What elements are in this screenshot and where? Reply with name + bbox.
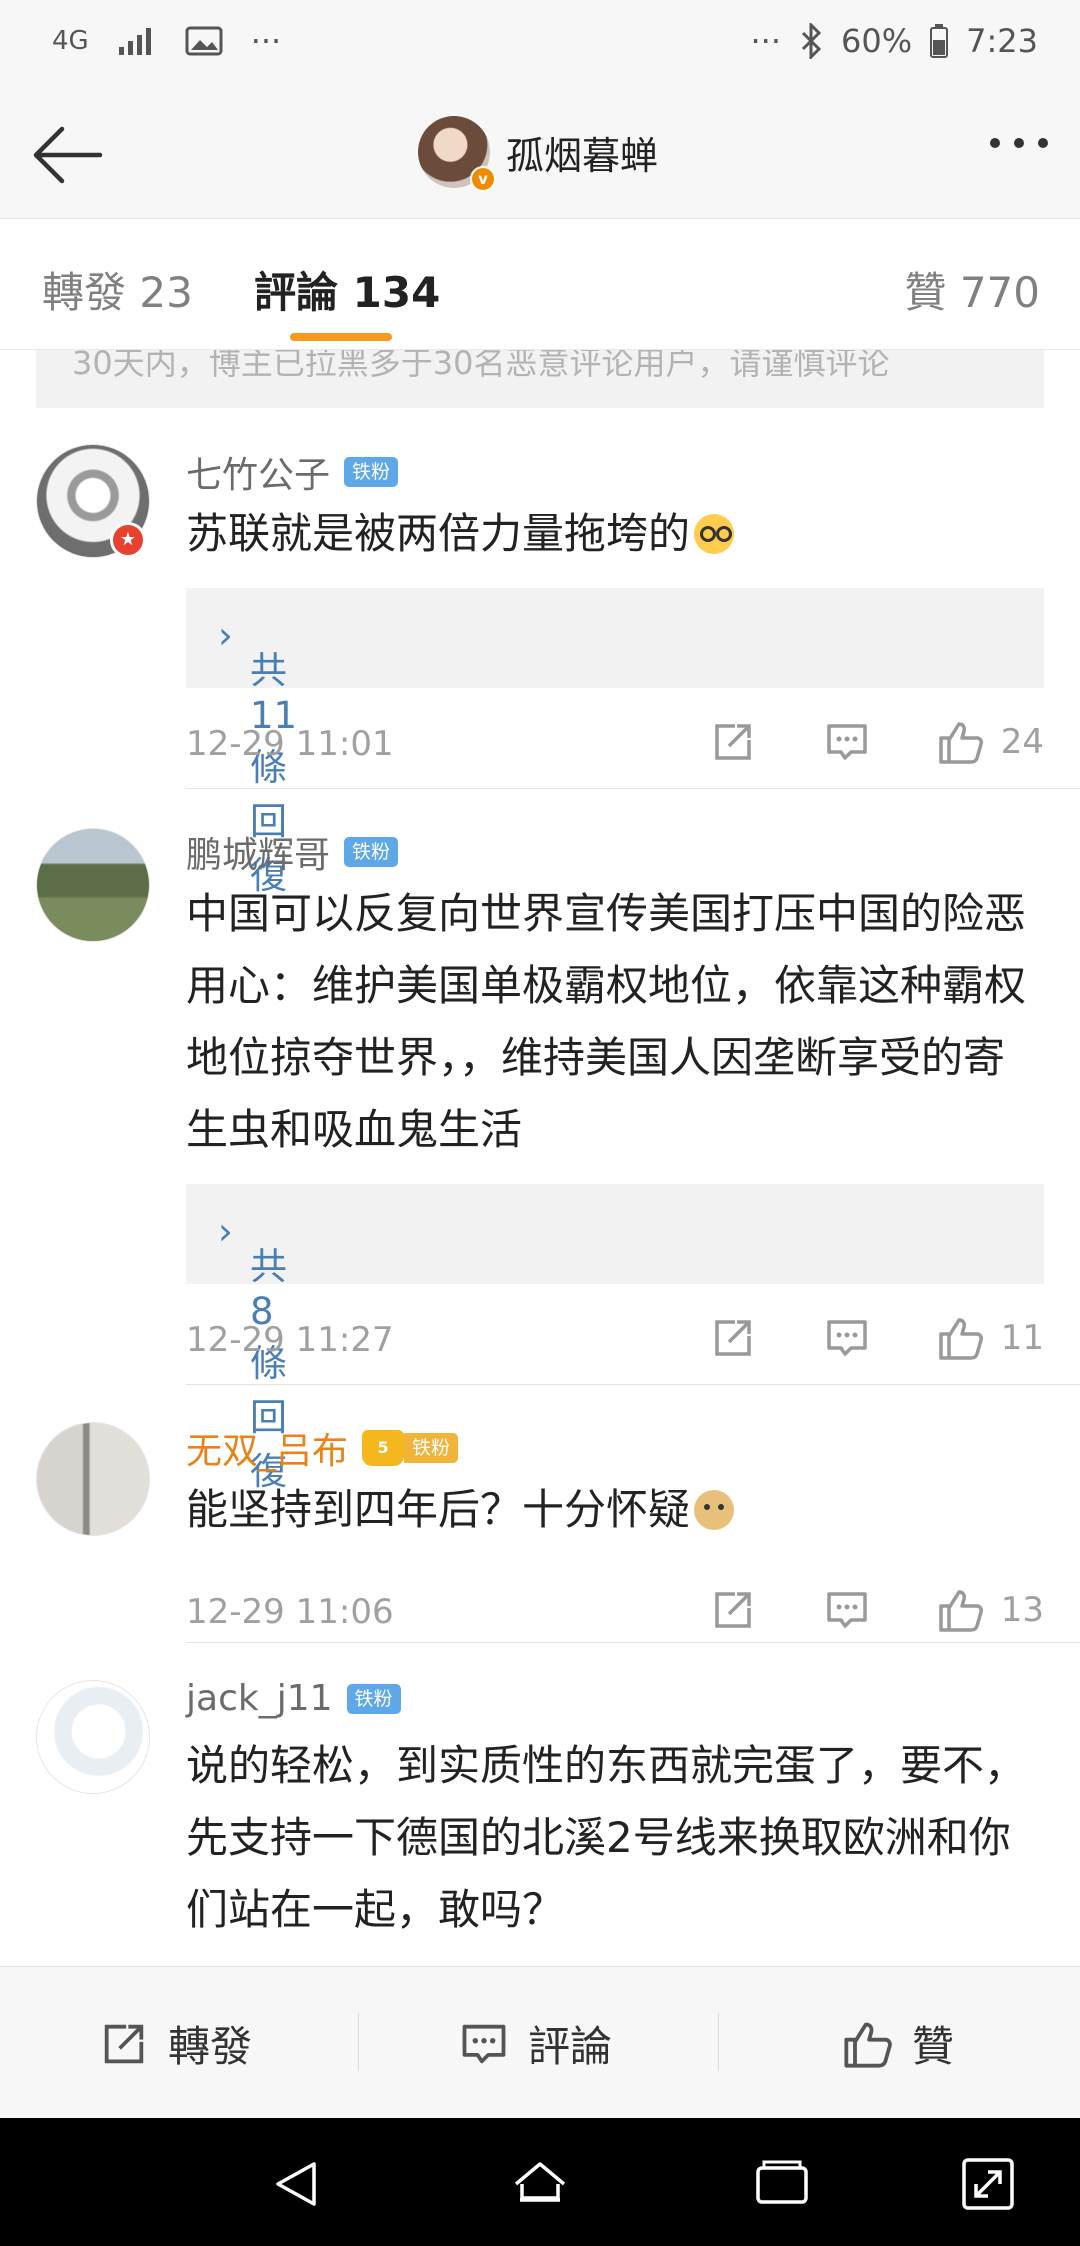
- fan-badge: 铁粉: [404, 1433, 459, 1463]
- view-replies-button[interactable]: 共11條回復 ›: [186, 588, 1044, 897]
- avatar[interactable]: [36, 828, 150, 942]
- nerd-face-emoji-icon: [694, 514, 735, 554]
- battery-percent: 60%: [841, 22, 913, 60]
- comment-author[interactable]: 七竹公子 铁粉: [186, 446, 399, 498]
- tab-repost[interactable]: 轉發 23: [42, 259, 193, 320]
- share-icon[interactable]: [709, 1314, 757, 1362]
- author-name[interactable]: 七竹公子: [186, 446, 330, 498]
- share-icon: [104, 2024, 144, 2063]
- title-bar: v 孤烟暮蝉: [0, 92, 1080, 218]
- avatar[interactable]: [36, 1680, 150, 1794]
- comment-time: 12-29 11:06: [186, 1592, 394, 1632]
- battery-icon: [930, 24, 949, 58]
- comment-notice: 30天内，博主已拉黑多于30名恶意评论用户，请谨慎评论: [36, 350, 1044, 408]
- profile-header[interactable]: v 孤烟暮蝉: [418, 116, 659, 192]
- author-name[interactable]: 无双_吕布: [186, 1422, 348, 1474]
- bottom-action-bar: 轉發 評論 贊: [0, 1966, 1080, 2118]
- comment-icon[interactable]: [823, 1314, 871, 1362]
- comment-meta: 12-29 11:01 24: [186, 718, 1044, 778]
- image-notification-icon: [185, 26, 223, 56]
- fan-badge: 铁粉: [346, 1683, 401, 1714]
- comment-author[interactable]: 无双_吕布 5 铁粉: [186, 1422, 459, 1474]
- tab-likes[interactable]: 贊 770: [904, 259, 1040, 320]
- signal-icon: [118, 28, 151, 55]
- nav-home-icon[interactable]: [510, 2154, 570, 2214]
- divider: [186, 788, 1080, 789]
- comment-author[interactable]: 鹏城辉哥 铁粉: [186, 826, 399, 878]
- divider: [186, 1642, 1080, 1643]
- comment-icon: [462, 2024, 506, 2063]
- repost-label: 轉發: [168, 2022, 253, 2071]
- share-icon[interactable]: [709, 718, 757, 766]
- fan-badge: 铁粉: [344, 837, 399, 867]
- crown-icon: 5: [362, 1430, 405, 1466]
- status-overflow-right: ···: [750, 22, 782, 60]
- like-button[interactable]: 贊: [842, 2013, 954, 2074]
- system-nav-bar: [0, 2118, 1080, 2246]
- dot-icon: [1014, 138, 1024, 148]
- doge-emoji-icon: [694, 1490, 735, 1530]
- verified-badge-icon: v: [470, 166, 496, 192]
- author-name[interactable]: 鹏城辉哥: [186, 826, 330, 878]
- tab-bar: 轉發 23 評論 134 贊 770: [0, 218, 1080, 350]
- comment-time: 12-29 11:01: [186, 724, 394, 764]
- nav-expand-icon[interactable]: [958, 2154, 1018, 2214]
- like-count: 13: [1000, 1590, 1044, 1630]
- notice-text: 30天内，博主已拉黑多于30名恶意评论用户，请谨慎评论: [72, 350, 890, 382]
- bluetooth-icon: [801, 23, 822, 59]
- comment-meta: 12-29 11:27 11: [186, 1314, 1044, 1374]
- author-name[interactable]: jack_j11: [186, 1678, 333, 1719]
- fan-level-badge: 5 铁粉: [362, 1430, 459, 1466]
- clock: 7:23: [966, 22, 1038, 60]
- repost-button[interactable]: 轉發: [98, 2013, 252, 2074]
- avatar[interactable]: [36, 1422, 150, 1536]
- nav-back-icon[interactable]: [268, 2154, 328, 2214]
- more-options-button[interactable]: [990, 138, 1048, 148]
- comment-body: 能坚持到四年后？十分怀疑: [186, 1485, 691, 1534]
- network-label: 4G: [52, 26, 89, 56]
- comment-icon[interactable]: [823, 718, 871, 766]
- separator: [358, 2013, 359, 2071]
- status-overflow-left: ···: [250, 22, 282, 60]
- thumbs-up-icon[interactable]: [937, 1586, 985, 1634]
- nav-recents-icon[interactable]: [752, 2154, 812, 2214]
- active-tab-indicator: [290, 333, 392, 341]
- avatar[interactable]: v: [418, 116, 496, 192]
- comment-meta: 12-29 11:06 13: [186, 1586, 1044, 1646]
- comment-icon[interactable]: [823, 1586, 871, 1634]
- thumbs-up-icon[interactable]: [937, 718, 985, 766]
- tab-comments[interactable]: 評論 134: [254, 259, 440, 320]
- like-count: 24: [1000, 722, 1044, 762]
- dot-icon: [990, 138, 1000, 148]
- separator: [718, 2013, 719, 2071]
- comment-text: 能坚持到四年后？十分怀疑: [186, 1474, 1046, 1546]
- like-label: 贊: [912, 2022, 955, 2071]
- divider: [186, 1384, 1080, 1385]
- back-arrow-icon: [33, 126, 103, 184]
- dot-icon: [1038, 138, 1048, 148]
- page-title: 孤烟暮蝉: [506, 133, 659, 178]
- comment-label: 評論: [528, 2022, 613, 2071]
- comment-body: 苏联就是被两倍力量拖垮的: [186, 509, 691, 558]
- member-badge-icon: ★: [110, 522, 146, 558]
- fan-badge: 铁粉: [344, 457, 399, 487]
- comment-time: 12-29 11:27: [186, 1320, 394, 1360]
- status-bar: 4G ··· ··· 60% 7:23: [0, 0, 1080, 92]
- thumbs-up-icon[interactable]: [937, 1314, 985, 1362]
- comment-text: 说的轻松，到实质性的东西就完蛋了，要不，先支持一下德国的北溪2号线来换取欧洲和你…: [186, 1741, 1027, 1934]
- thumbs-up-icon: [844, 2022, 892, 2068]
- share-icon[interactable]: [709, 1586, 757, 1634]
- comment-text: 苏联就是被两倍力量拖垮的: [186, 498, 1046, 570]
- like-count: 11: [1000, 1318, 1044, 1358]
- comment-button[interactable]: 評論: [458, 2013, 612, 2074]
- back-button[interactable]: [28, 120, 108, 190]
- view-replies-button[interactable]: 共8條回復 ›: [186, 1184, 1044, 1493]
- comment-author[interactable]: jack_j11 铁粉: [186, 1678, 401, 1719]
- comment-text: 中国可以反复向世界宣传美国打压中国的险恶用心：维护美国单极霸权地位，依靠这种霸权…: [186, 889, 1027, 1154]
